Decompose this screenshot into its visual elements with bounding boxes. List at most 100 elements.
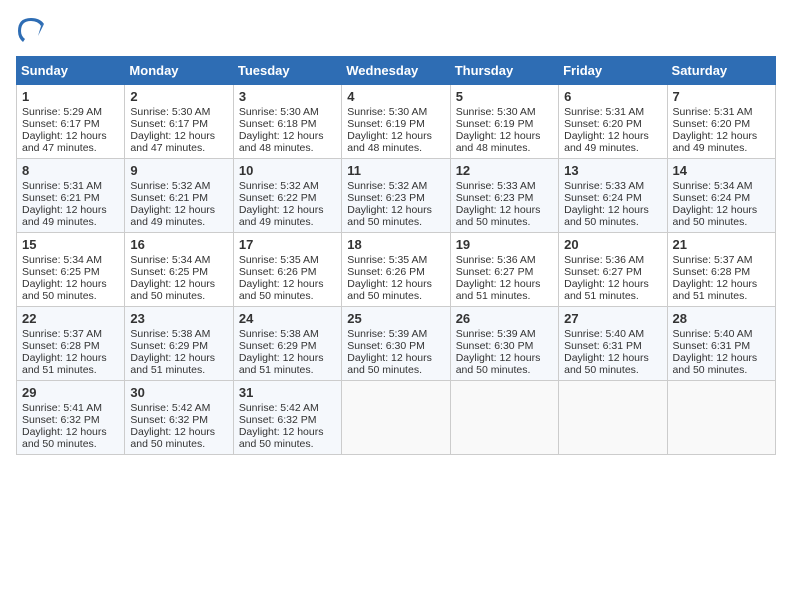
day-number: 22 xyxy=(22,311,119,326)
daylight-label: Daylight: 12 hoursand 51 minutes. xyxy=(673,278,758,302)
sunrise-label: Sunrise: 5:37 AM xyxy=(673,254,753,266)
week-row-5: 29Sunrise: 5:41 AMSunset: 6:32 PMDayligh… xyxy=(17,381,776,455)
sunrise-label: Sunrise: 5:34 AM xyxy=(673,180,753,192)
day-number: 11 xyxy=(347,163,444,178)
daylight-label: Daylight: 12 hoursand 49 minutes. xyxy=(130,204,215,228)
calendar-cell: 17Sunrise: 5:35 AMSunset: 6:26 PMDayligh… xyxy=(233,233,341,307)
calendar-cell: 15Sunrise: 5:34 AMSunset: 6:25 PMDayligh… xyxy=(17,233,125,307)
daylight-label: Daylight: 12 hoursand 50 minutes. xyxy=(347,204,432,228)
calendar-cell: 14Sunrise: 5:34 AMSunset: 6:24 PMDayligh… xyxy=(667,159,775,233)
calendar-cell xyxy=(342,381,450,455)
calendar-cell: 18Sunrise: 5:35 AMSunset: 6:26 PMDayligh… xyxy=(342,233,450,307)
calendar-cell: 30Sunrise: 5:42 AMSunset: 6:32 PMDayligh… xyxy=(125,381,233,455)
sunset-label: Sunset: 6:32 PM xyxy=(22,414,100,426)
day-number: 29 xyxy=(22,385,119,400)
calendar-cell xyxy=(450,381,558,455)
week-row-1: 1Sunrise: 5:29 AMSunset: 6:17 PMDaylight… xyxy=(17,85,776,159)
daylight-label: Daylight: 12 hoursand 51 minutes. xyxy=(564,278,649,302)
daylight-label: Daylight: 12 hoursand 47 minutes. xyxy=(22,130,107,154)
calendar-cell: 26Sunrise: 5:39 AMSunset: 6:30 PMDayligh… xyxy=(450,307,558,381)
day-number: 3 xyxy=(239,89,336,104)
daylight-label: Daylight: 12 hoursand 50 minutes. xyxy=(347,352,432,376)
daylight-label: Daylight: 12 hoursand 48 minutes. xyxy=(239,130,324,154)
daylight-label: Daylight: 12 hoursand 50 minutes. xyxy=(130,426,215,450)
day-number: 4 xyxy=(347,89,444,104)
header-saturday: Saturday xyxy=(667,57,775,85)
sunrise-label: Sunrise: 5:41 AM xyxy=(22,402,102,414)
sunset-label: Sunset: 6:21 PM xyxy=(22,192,100,204)
sunrise-label: Sunrise: 5:33 AM xyxy=(564,180,644,192)
day-number: 28 xyxy=(673,311,770,326)
sunrise-label: Sunrise: 5:33 AM xyxy=(456,180,536,192)
sunset-label: Sunset: 6:19 PM xyxy=(347,118,425,130)
sunset-label: Sunset: 6:18 PM xyxy=(239,118,317,130)
day-number: 20 xyxy=(564,237,661,252)
day-number: 18 xyxy=(347,237,444,252)
day-number: 7 xyxy=(673,89,770,104)
sunset-label: Sunset: 6:25 PM xyxy=(22,266,100,278)
calendar-cell: 6Sunrise: 5:31 AMSunset: 6:20 PMDaylight… xyxy=(559,85,667,159)
day-number: 24 xyxy=(239,311,336,326)
daylight-label: Daylight: 12 hoursand 50 minutes. xyxy=(239,278,324,302)
page-header xyxy=(16,16,776,46)
daylight-label: Daylight: 12 hoursand 50 minutes. xyxy=(22,426,107,450)
sunset-label: Sunset: 6:32 PM xyxy=(239,414,317,426)
calendar-cell: 7Sunrise: 5:31 AMSunset: 6:20 PMDaylight… xyxy=(667,85,775,159)
sunrise-label: Sunrise: 5:29 AM xyxy=(22,106,102,118)
header-friday: Friday xyxy=(559,57,667,85)
daylight-label: Daylight: 12 hoursand 49 minutes. xyxy=(673,130,758,154)
sunrise-label: Sunrise: 5:31 AM xyxy=(22,180,102,192)
calendar-cell: 28Sunrise: 5:40 AMSunset: 6:31 PMDayligh… xyxy=(667,307,775,381)
daylight-label: Daylight: 12 hoursand 50 minutes. xyxy=(239,426,324,450)
sunrise-label: Sunrise: 5:36 AM xyxy=(564,254,644,266)
calendar-cell: 25Sunrise: 5:39 AMSunset: 6:30 PMDayligh… xyxy=(342,307,450,381)
sunrise-label: Sunrise: 5:40 AM xyxy=(564,328,644,340)
day-number: 8 xyxy=(22,163,119,178)
day-number: 19 xyxy=(456,237,553,252)
day-number: 10 xyxy=(239,163,336,178)
sunset-label: Sunset: 6:27 PM xyxy=(564,266,642,278)
header-thursday: Thursday xyxy=(450,57,558,85)
daylight-label: Daylight: 12 hoursand 49 minutes. xyxy=(22,204,107,228)
logo-icon xyxy=(16,16,46,46)
sunset-label: Sunset: 6:24 PM xyxy=(673,192,751,204)
sunset-label: Sunset: 6:29 PM xyxy=(130,340,208,352)
calendar-cell: 12Sunrise: 5:33 AMSunset: 6:23 PMDayligh… xyxy=(450,159,558,233)
calendar-cell: 2Sunrise: 5:30 AMSunset: 6:17 PMDaylight… xyxy=(125,85,233,159)
calendar-cell: 4Sunrise: 5:30 AMSunset: 6:19 PMDaylight… xyxy=(342,85,450,159)
day-number: 5 xyxy=(456,89,553,104)
logo xyxy=(16,16,50,46)
header-monday: Monday xyxy=(125,57,233,85)
calendar: SundayMondayTuesdayWednesdayThursdayFrid… xyxy=(16,56,776,455)
sunset-label: Sunset: 6:17 PM xyxy=(130,118,208,130)
calendar-cell: 3 Sunrise: 5:30 AMSunset: 6:18 PMDaylight… xyxy=(233,85,341,159)
day-number: 15 xyxy=(22,237,119,252)
sunrise-label: Sunrise: 5:39 AM xyxy=(347,328,427,340)
sunset-label: Sunset: 6:19 PM xyxy=(456,118,534,130)
daylight-label: Daylight: 12 hoursand 50 minutes. xyxy=(347,278,432,302)
sunrise-label: Sunrise: 5:30 AM xyxy=(239,106,319,118)
day-number: 31 xyxy=(239,385,336,400)
sunrise-label: Sunrise: 5:35 AM xyxy=(239,254,319,266)
day-number: 27 xyxy=(564,311,661,326)
sunset-label: Sunset: 6:30 PM xyxy=(347,340,425,352)
sunset-label: Sunset: 6:27 PM xyxy=(456,266,534,278)
sunrise-label: Sunrise: 5:32 AM xyxy=(347,180,427,192)
sunrise-label: Sunrise: 5:37 AM xyxy=(22,328,102,340)
sunrise-label: Sunrise: 5:39 AM xyxy=(456,328,536,340)
day-number: 13 xyxy=(564,163,661,178)
daylight-label: Daylight: 12 hoursand 50 minutes. xyxy=(130,278,215,302)
calendar-cell: 8 Sunrise: 5:31 AMSunset: 6:21 PMDaylight… xyxy=(17,159,125,233)
sunrise-label: Sunrise: 5:31 AM xyxy=(564,106,644,118)
sunrise-label: Sunrise: 5:36 AM xyxy=(456,254,536,266)
calendar-cell: 1Sunrise: 5:29 AMSunset: 6:17 PMDaylight… xyxy=(17,85,125,159)
daylight-label: Daylight: 12 hoursand 51 minutes. xyxy=(239,352,324,376)
day-number: 9 xyxy=(130,163,227,178)
daylight-label: Daylight: 12 hoursand 51 minutes. xyxy=(456,278,541,302)
sunset-label: Sunset: 6:28 PM xyxy=(22,340,100,352)
week-row-4: 22 Sunrise: 5:37 AMSunset: 6:28 PM Dayligh… xyxy=(17,307,776,381)
calendar-cell: 22Sunrise: 5:37 AMSunset: 6:28 PMDayligh… xyxy=(17,307,125,381)
sunrise-label: Sunrise: 5:32 AM xyxy=(239,180,319,192)
sunrise-label: Sunrise: 5:35 AM xyxy=(347,254,427,266)
sunrise-label: Sunrise: 5:34 AM xyxy=(22,254,102,266)
